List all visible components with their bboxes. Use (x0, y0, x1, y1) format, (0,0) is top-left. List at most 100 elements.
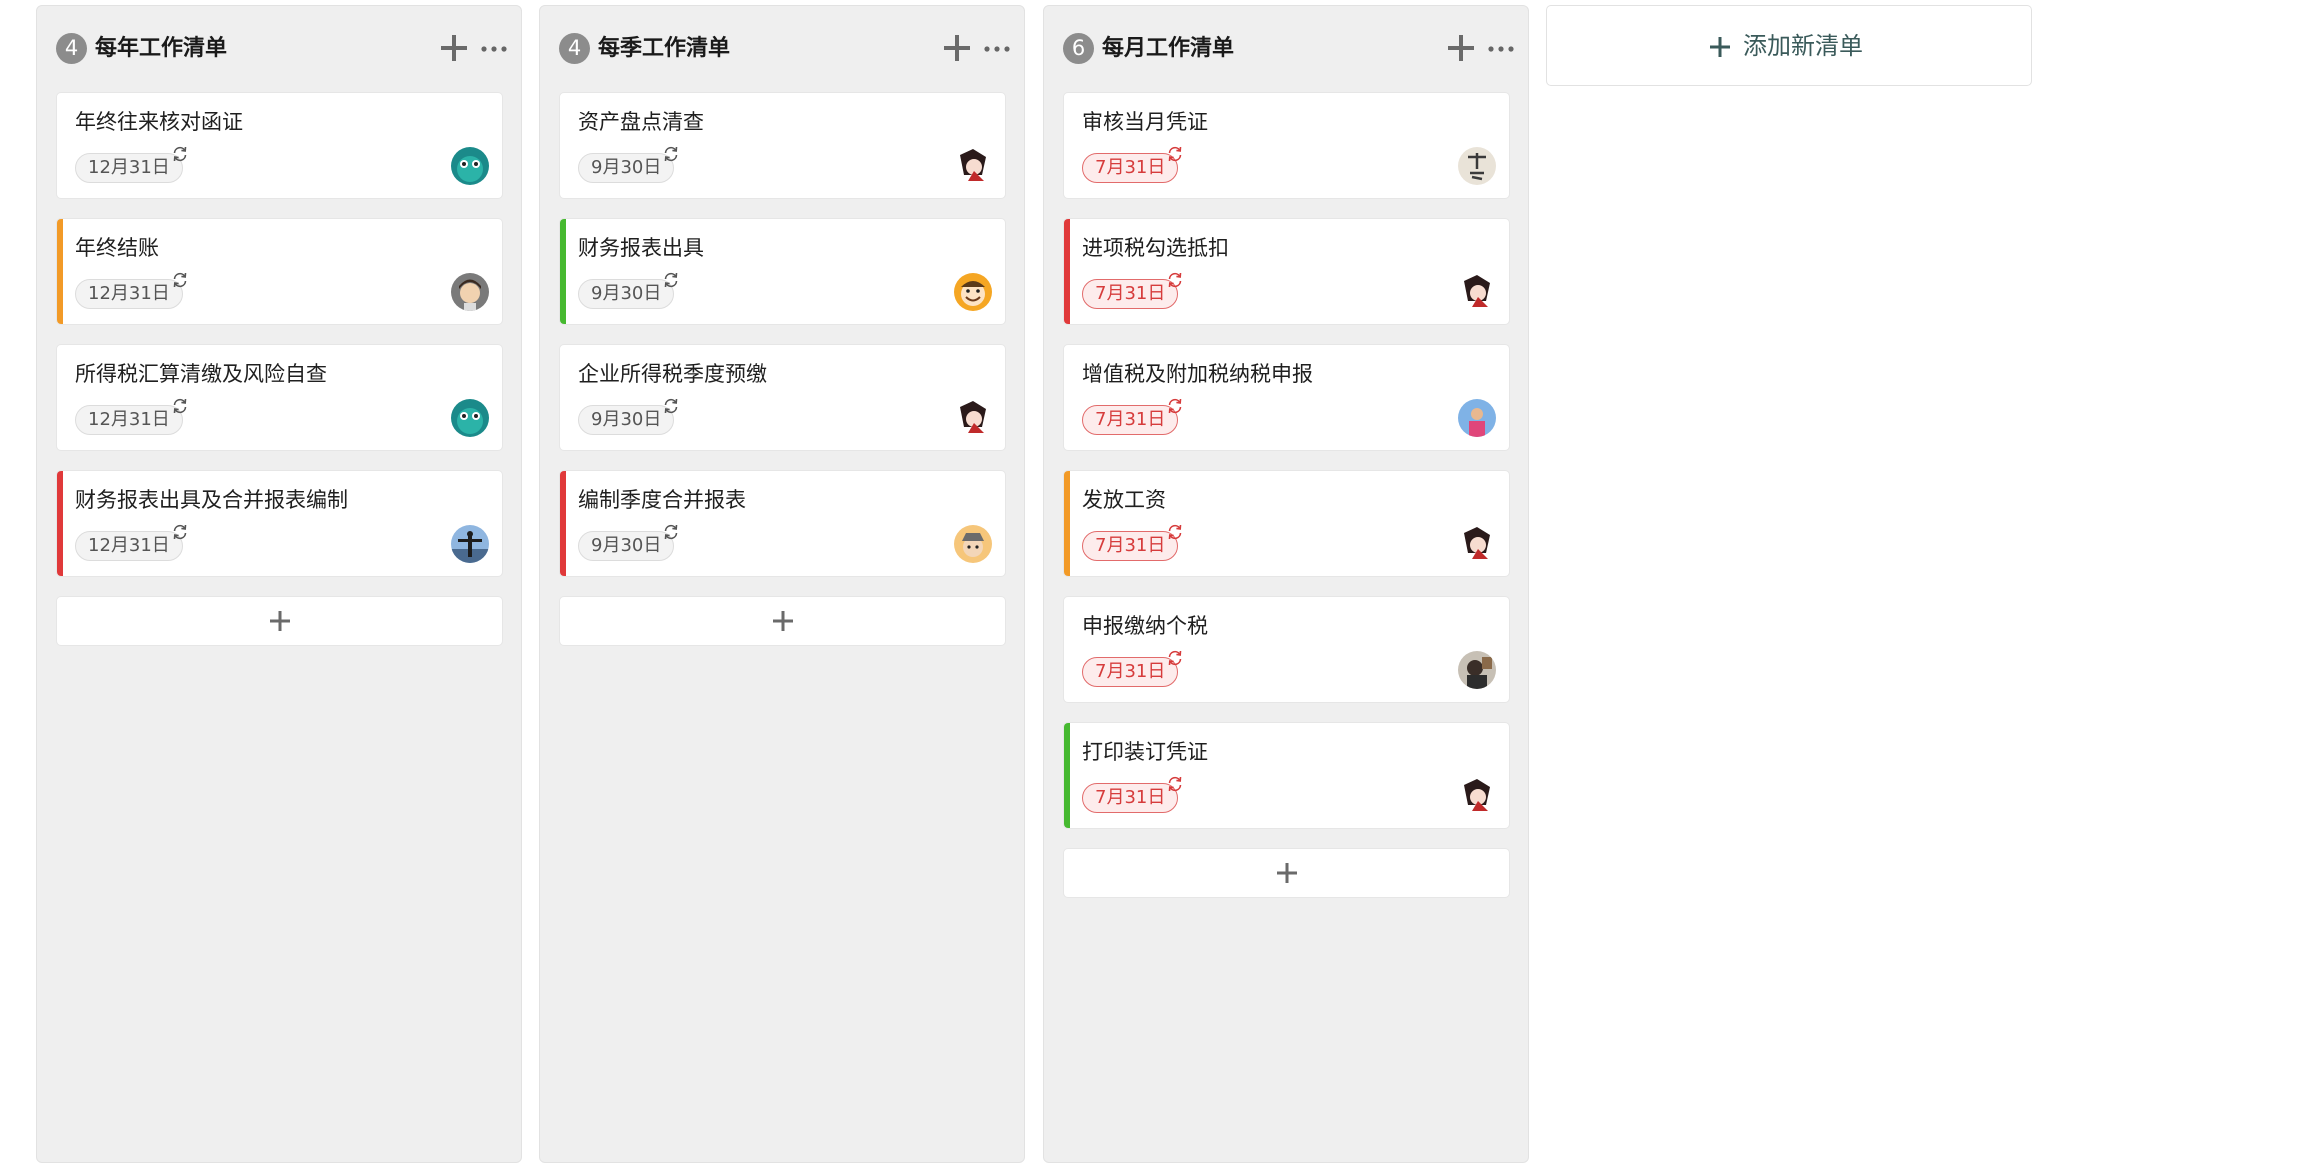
column-header: 4 每季工作清单 (540, 6, 1024, 86)
repeat-icon (1168, 524, 1182, 540)
assignee-avatar[interactable] (451, 273, 489, 311)
due-date-tag: 9月30日 (578, 279, 675, 309)
add-card-button[interactable] (559, 596, 1006, 646)
list-column: 6 每月工作清单 审核当月凭证 7月31日 进项税勾选抵扣 7月31日 增值税及附加税纳税申… (1043, 5, 1529, 1163)
more-icon (984, 46, 1010, 52)
plus-icon (1277, 863, 1297, 883)
task-card[interactable]: 资产盘点清查 9月30日 (559, 92, 1006, 199)
column-title: 每季工作清单 (598, 36, 731, 61)
add-list-button[interactable]: 添加新清单 (1546, 5, 2032, 86)
assignee-avatar[interactable] (451, 525, 489, 563)
add-card-button[interactable] (1063, 848, 1510, 898)
task-card[interactable]: 财务报表出具 9月30日 (559, 218, 1006, 325)
task-title: 打印装订凭证 (1082, 740, 1208, 764)
assignee-avatar[interactable] (1458, 273, 1496, 311)
card-count-badge: 4 (559, 33, 590, 64)
task-title: 财务报表出具及合并报表编制 (75, 488, 348, 512)
list-column: 4 每季工作清单 资产盘点清查 9月30日 财务报表出具 9月30日 企业所得税季度预缴 9月… (539, 5, 1025, 1163)
task-title: 所得税汇算清缴及风险自查 (75, 362, 327, 386)
assignee-avatar[interactable] (954, 147, 992, 185)
repeat-icon (173, 398, 187, 414)
repeat-icon (173, 146, 187, 162)
plus-icon (1448, 35, 1474, 61)
more-icon (481, 46, 507, 52)
due-date-tag: 12月31日 (75, 405, 183, 435)
task-card[interactable]: 编制季度合并报表 9月30日 (559, 470, 1006, 577)
repeat-icon (1168, 146, 1182, 162)
task-card[interactable]: 进项税勾选抵扣 7月31日 (1063, 218, 1510, 325)
column-add-button[interactable] (440, 34, 470, 64)
task-card[interactable]: 审核当月凭证 7月31日 (1063, 92, 1510, 199)
assignee-avatar[interactable] (1458, 777, 1496, 815)
assignee-avatar[interactable] (451, 399, 489, 437)
task-card[interactable]: 财务报表出具及合并报表编制 12月31日 (56, 470, 503, 577)
task-title: 增值税及附加税纳税申报 (1082, 362, 1313, 386)
plus-icon (944, 35, 970, 61)
priority-stripe (560, 471, 566, 576)
due-date-tag: 9月30日 (578, 405, 675, 435)
column-more-button[interactable] (477, 34, 511, 64)
task-card[interactable]: 企业所得税季度预缴 9月30日 (559, 344, 1006, 451)
repeat-icon (1168, 398, 1182, 414)
due-date-tag: 7月31日 (1082, 657, 1179, 687)
task-card[interactable]: 所得税汇算清缴及风险自查 12月31日 (56, 344, 503, 451)
priority-stripe (1064, 219, 1070, 324)
repeat-icon (664, 524, 678, 540)
task-title: 申报缴纳个税 (1082, 614, 1208, 638)
repeat-icon (664, 398, 678, 414)
task-title: 财务报表出具 (578, 236, 704, 260)
card-count-badge: 4 (56, 33, 87, 64)
plus-icon (270, 611, 290, 631)
task-card[interactable]: 发放工资 7月31日 (1063, 470, 1510, 577)
priority-stripe (57, 219, 63, 324)
assignee-avatar[interactable] (1458, 525, 1496, 563)
task-title: 企业所得税季度预缴 (578, 362, 767, 386)
more-icon (1488, 46, 1514, 52)
task-title: 编制季度合并报表 (578, 488, 746, 512)
task-title: 年终往来核对函证 (75, 110, 243, 134)
add-card-button[interactable] (56, 596, 503, 646)
task-card[interactable]: 打印装订凭证 7月31日 (1063, 722, 1510, 829)
due-date-tag: 12月31日 (75, 279, 183, 309)
task-card[interactable]: 增值税及附加税纳税申报 7月31日 (1063, 344, 1510, 451)
priority-stripe (1064, 723, 1070, 828)
assignee-avatar[interactable] (1458, 399, 1496, 437)
plus-icon (773, 611, 793, 631)
priority-stripe (57, 471, 63, 576)
task-title: 进项税勾选抵扣 (1082, 236, 1229, 260)
repeat-icon (1168, 272, 1182, 288)
task-card[interactable]: 年终往来核对函证 12月31日 (56, 92, 503, 199)
column-title: 每年工作清单 (95, 36, 228, 61)
assignee-avatar[interactable] (954, 399, 992, 437)
assignee-avatar[interactable] (451, 147, 489, 185)
priority-stripe (560, 219, 566, 324)
assignee-avatar[interactable] (954, 273, 992, 311)
task-title: 资产盘点清查 (578, 110, 704, 134)
task-card[interactable]: 申报缴纳个税 7月31日 (1063, 596, 1510, 703)
repeat-icon (1168, 650, 1182, 666)
due-date-tag: 7月31日 (1082, 405, 1179, 435)
assignee-avatar[interactable] (1458, 147, 1496, 185)
due-date-tag: 7月31日 (1082, 153, 1179, 183)
repeat-icon (664, 272, 678, 288)
card-count-badge: 6 (1063, 33, 1094, 64)
assignee-avatar[interactable] (954, 525, 992, 563)
task-title: 年终结账 (75, 236, 159, 260)
repeat-icon (664, 146, 678, 162)
kanban-board: 4 每年工作清单 年终往来核对函证 12月31日 年终结账 12月31日 所得税汇算清缴及风… (0, 0, 2304, 1176)
due-date-tag: 9月30日 (578, 153, 675, 183)
due-date-tag: 7月31日 (1082, 531, 1179, 561)
priority-stripe (1064, 471, 1070, 576)
column-title: 每月工作清单 (1102, 36, 1235, 61)
task-card[interactable]: 年终结账 12月31日 (56, 218, 503, 325)
repeat-icon (1168, 776, 1182, 792)
due-date-tag: 7月31日 (1082, 783, 1179, 813)
due-date-tag: 9月30日 (578, 531, 675, 561)
column-header: 6 每月工作清单 (1044, 6, 1528, 86)
plus-icon (441, 35, 467, 61)
assignee-avatar[interactable] (1458, 651, 1496, 689)
column-add-button[interactable] (943, 34, 973, 64)
column-more-button[interactable] (1484, 34, 1518, 64)
column-add-button[interactable] (1447, 34, 1477, 64)
column-more-button[interactable] (980, 34, 1014, 64)
